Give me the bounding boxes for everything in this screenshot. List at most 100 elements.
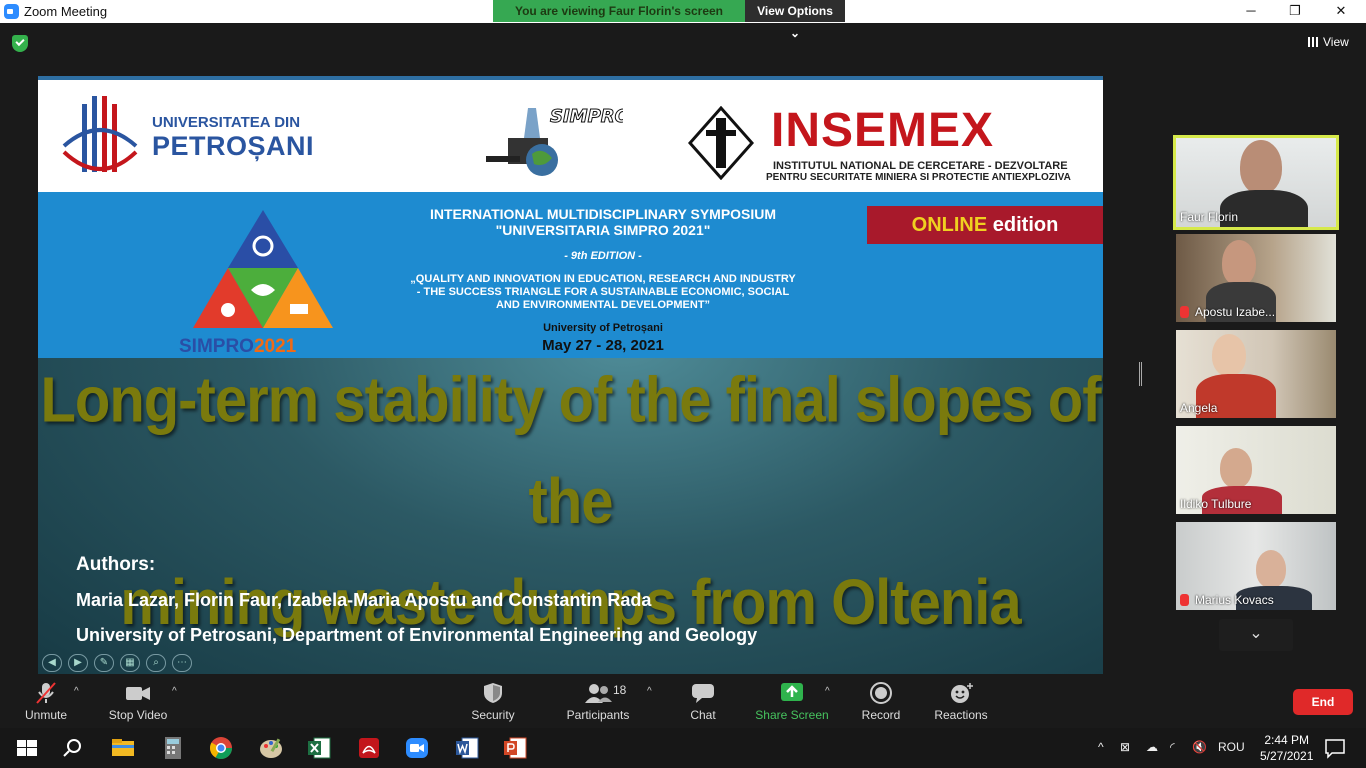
stop-video-button[interactable]: Stop Video [104, 682, 172, 722]
insemex-subtitle-1: INSTITUTUL NATIONAL DE CERCETARE - DEZVO… [773, 160, 1068, 172]
close-button[interactable]: ✕ [1326, 2, 1356, 20]
share-screen-button[interactable]: Share Screen [754, 682, 830, 722]
windows-taskbar: ^ ⊠ ☁ ◜ 🔇 ROU 2:44 PM 5/27/2021 [0, 728, 1366, 768]
video-tile[interactable]: Faur Florin [1173, 135, 1339, 230]
calculator-icon[interactable] [160, 736, 186, 760]
university-line2: PETROȘANI [152, 131, 315, 161]
clock[interactable]: 2:44 PM 5/27/2021 [1260, 732, 1313, 764]
participant-name: Apostu Izabe... [1180, 305, 1275, 319]
theme-line3: AND ENVIRONMENTAL DEVELOPMENT” [495, 299, 711, 311]
participant-face [1240, 140, 1282, 194]
participant-face [1220, 448, 1252, 488]
security-shield-icon [484, 683, 502, 703]
video-options-caret[interactable]: ^ [172, 686, 177, 697]
university-line1: UNIVERSITATEA DIN [152, 114, 301, 131]
search-icon[interactable] [60, 736, 86, 760]
scroll-participants-down-button[interactable]: ⌄ [1219, 619, 1293, 651]
symposium-line1: INTERNATIONAL MULTIDISCIPLINARY SYMPOSIU… [429, 206, 777, 222]
screen-share-banner: You are viewing Faur Florin's screen Vie… [493, 0, 845, 40]
insemex-emblem [688, 106, 754, 180]
chat-button[interactable]: Chat [684, 682, 722, 722]
prev-slide-icon[interactable]: ◀ [42, 654, 62, 672]
theme-line2: - THE SUCCESS TRIANGLE FOR A SUSTAINABLE… [416, 286, 790, 298]
minimize-button[interactable]: ─ [1236, 2, 1266, 20]
edition-label: - 9th EDITION - [564, 250, 642, 262]
online-highlight: ONLINE [911, 214, 988, 236]
video-tile[interactable]: Apostu Izabe... [1176, 234, 1336, 322]
online-rest: edition [987, 214, 1059, 236]
insemex-subtitle-2: PENTRU SECURITATE MINIERA SI PROTECTIE A… [766, 172, 1071, 183]
meeting-toolbar: Unmute ^ Stop Video ^ Security Participa… [0, 674, 1366, 728]
theme-line1: „QUALITY AND INNOVATION IN EDUCATION, RE… [410, 273, 796, 285]
chrome-icon[interactable] [208, 736, 234, 760]
panel-resize-handle[interactable] [1139, 362, 1142, 386]
simpro-logo-text: SIMPRO [550, 106, 623, 127]
authors-list: Maria Lazar, Florin Faur, Izabela-Maria … [76, 590, 652, 610]
university-name: UNIVERSITATEA DIN PETROȘANI [152, 114, 314, 162]
chat-label: Chat [690, 708, 716, 722]
participant-face [1212, 334, 1246, 376]
record-button[interactable]: Record [858, 682, 904, 722]
participant-name: Marius Kovacs [1180, 593, 1274, 607]
symposium-title: INTERNATIONAL MULTIDISCIPLINARY SYMPOSIU… [318, 206, 888, 238]
unmute-label: Unmute [24, 708, 68, 722]
more-options-icon[interactable]: ⋯ [172, 654, 192, 672]
reactions-button[interactable]: Reactions [932, 682, 990, 722]
authors-heading: Authors: [76, 554, 156, 575]
video-tile[interactable]: Angela [1176, 330, 1336, 418]
reactions-label: Reactions [934, 708, 988, 722]
participant-name: Faur Florin [1180, 210, 1238, 224]
unmute-button[interactable]: Unmute [18, 682, 74, 722]
participant-face [1222, 240, 1256, 286]
view-options-button[interactable]: View Options ⌄ [745, 0, 845, 40]
university-logo [62, 96, 138, 172]
reactions-smiley-icon [951, 683, 973, 703]
acrobat-icon[interactable] [356, 736, 382, 760]
file-explorer-icon[interactable] [110, 736, 136, 760]
participant-name-text: Angela [1180, 401, 1218, 415]
language-indicator[interactable]: ROU [1218, 740, 1245, 754]
slides-grid-icon[interactable]: ▦ [120, 654, 140, 672]
zoom-icon[interactable]: ⌕ [146, 654, 166, 672]
volume-muted-icon[interactable]: 🔇 [1192, 740, 1207, 754]
restore-button[interactable]: ❐ [1280, 2, 1310, 20]
chat-bubble-icon [692, 684, 714, 703]
windows-start-icon[interactable] [14, 736, 40, 760]
symposium-line2: "UNIVERSITARIA SIMPRO 2021" [495, 222, 711, 238]
paint-icon[interactable] [258, 736, 284, 760]
participants-label: Participants [566, 708, 630, 722]
view-menu-button[interactable]: View [1308, 35, 1349, 49]
powerpoint-icon[interactable] [502, 736, 528, 760]
notifications-icon[interactable] [1322, 736, 1348, 760]
onedrive-icon[interactable]: ☁ [1146, 740, 1158, 754]
affiliation: University of Petrosani, Department of E… [76, 625, 758, 645]
video-tile[interactable]: Ildiko Tulbure [1176, 426, 1336, 514]
zoom-taskbar-icon[interactable] [404, 736, 430, 760]
network-settings-icon[interactable]: ⊠ [1120, 740, 1130, 754]
pen-icon[interactable]: ✎ [94, 654, 114, 672]
share-options-caret[interactable]: ^ [825, 686, 830, 697]
video-tile[interactable]: Marius Kovacs [1176, 522, 1336, 610]
end-meeting-button[interactable]: End [1293, 689, 1353, 715]
participants-options-caret[interactable]: ^ [647, 686, 652, 697]
grid-icon [1308, 37, 1318, 47]
venue-label: University of Petroșani [543, 322, 663, 334]
share-screen-label: Share Screen [755, 708, 829, 722]
excel-icon[interactable] [306, 736, 332, 760]
audio-options-caret[interactable]: ^ [74, 686, 79, 697]
muted-mic-icon [36, 682, 56, 704]
wifi-icon[interactable]: ◜ [1170, 740, 1175, 754]
online-edition-badge: ONLINE edition [867, 206, 1103, 244]
security-label: Security [471, 708, 515, 722]
zoom-app-icon [4, 4, 19, 19]
show-hidden-icons-caret[interactable]: ^ [1098, 740, 1104, 754]
encryption-shield-icon[interactable] [12, 35, 28, 52]
symposium-theme: „QUALITY AND INNOVATION IN EDUCATION, RE… [338, 273, 868, 312]
next-slide-icon[interactable]: ▶ [68, 654, 88, 672]
security-button[interactable]: Security [466, 682, 520, 722]
simpro-logo: SIMPRO [486, 106, 623, 176]
word-icon[interactable] [454, 736, 480, 760]
record-label: Record [861, 708, 901, 722]
participant-name-text: Faur Florin [1180, 210, 1239, 224]
clock-date: 5/27/2021 [1260, 749, 1314, 763]
